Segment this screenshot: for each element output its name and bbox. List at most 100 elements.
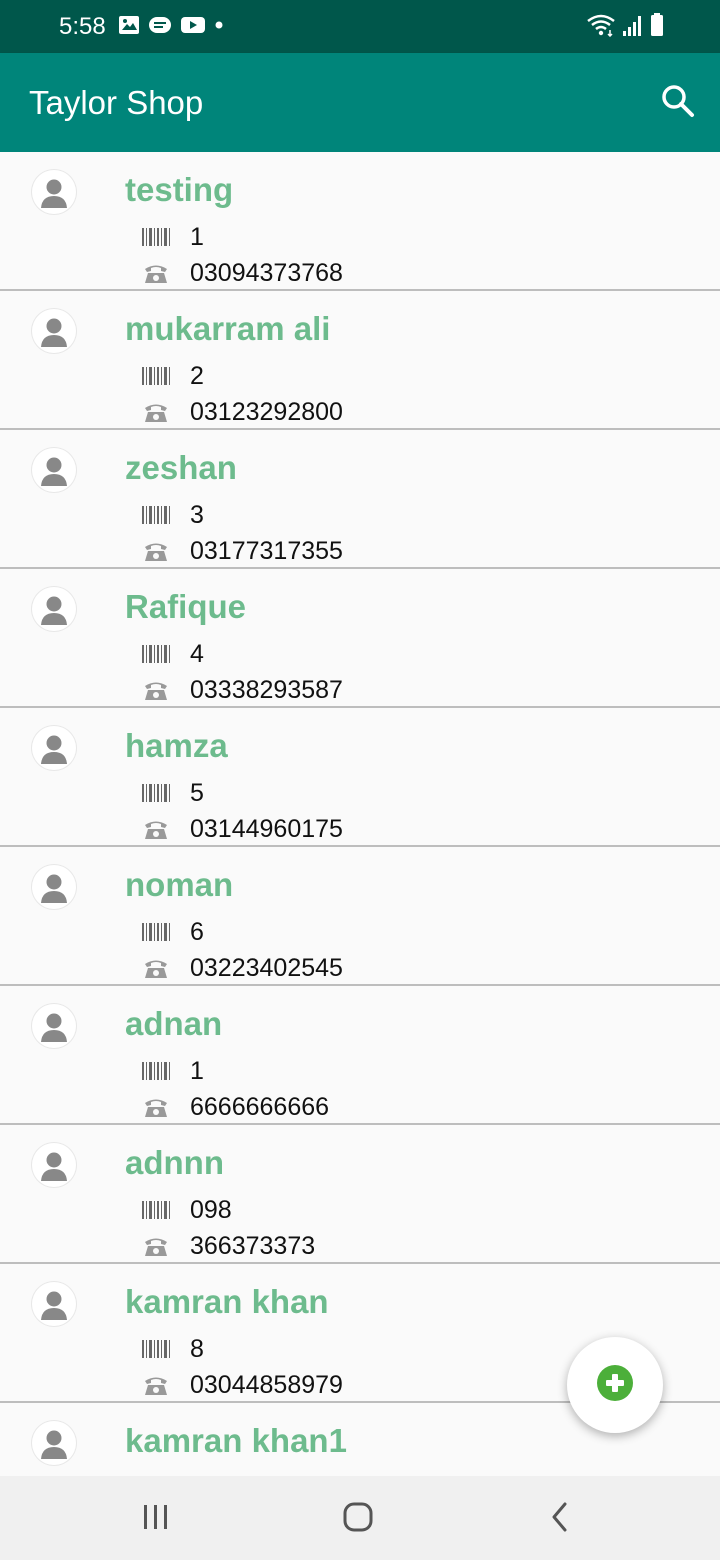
customer-code-row: 5 — [142, 778, 204, 808]
barcode-icon — [142, 782, 170, 804]
add-circle-icon — [595, 1363, 635, 1408]
avatar-icon — [32, 587, 76, 631]
customer-code: 6 — [190, 918, 204, 946]
customer-code-row: 1 — [142, 1056, 204, 1086]
customer-phone: 03223402545 — [190, 954, 343, 982]
recents-button[interactable] — [131, 1494, 181, 1544]
avatar-icon — [32, 1004, 76, 1048]
phone-icon — [142, 679, 170, 701]
phone-icon — [142, 1096, 170, 1118]
avatar-icon — [32, 1282, 76, 1326]
back-button[interactable] — [535, 1494, 585, 1544]
image-icon — [118, 15, 140, 40]
customer-code: 1 — [190, 223, 204, 251]
customer-name: testing — [125, 171, 234, 208]
customer-name: adnan — [125, 1005, 223, 1042]
customer-phone: 03338293587 — [190, 676, 343, 704]
add-customer-button[interactable] — [567, 1337, 663, 1433]
barcode-icon — [142, 643, 170, 665]
barcode-icon — [142, 365, 170, 387]
navigation-bar — [0, 1476, 720, 1560]
customer-phone-row: 03177317355 — [142, 536, 343, 566]
status-notification-icons — [118, 15, 224, 39]
back-icon — [548, 1501, 572, 1538]
customer-code-row: 098 — [142, 1195, 232, 1225]
message-icon — [148, 15, 172, 40]
customer-code: 2 — [190, 362, 204, 390]
customer-phone: 03094373768 — [190, 259, 343, 287]
customer-code-row: 8 — [142, 1334, 204, 1364]
barcode-icon — [142, 921, 170, 943]
phone-icon — [142, 262, 170, 284]
avatar-icon — [32, 170, 76, 214]
list-item[interactable]: zeshan 3 03177317355 — [0, 430, 720, 569]
home-icon — [342, 1501, 374, 1538]
customer-name: zeshan — [125, 449, 237, 486]
customer-code-row: 2 — [142, 361, 204, 391]
home-button[interactable] — [333, 1494, 383, 1544]
list-item[interactable]: hamza 5 03144960175 — [0, 708, 720, 847]
avatar-icon — [32, 865, 76, 909]
status-bar: 5:58 — [0, 0, 720, 53]
customer-name: Rafique — [125, 588, 247, 625]
customer-list[interactable]: testing 1 03094373768 mukarram ali 2 031… — [0, 152, 720, 1476]
customer-phone-row: 03044858979 — [142, 1370, 343, 1400]
wifi-icon — [586, 13, 616, 42]
barcode-icon — [142, 504, 170, 526]
customer-phone-row: 03144960175 — [142, 814, 343, 844]
customer-phone: 03044858979 — [190, 1371, 343, 1399]
youtube-icon — [180, 15, 206, 40]
customer-phone: 03123292800 — [190, 398, 343, 426]
phone-icon — [142, 1374, 170, 1396]
customer-code-row: 1 — [142, 222, 204, 252]
signal-icon — [622, 13, 644, 42]
avatar-icon — [32, 1421, 76, 1465]
avatar-icon — [32, 726, 76, 770]
app-bar: Taylor Shop — [0, 53, 720, 152]
barcode-icon — [142, 1199, 170, 1221]
barcode-icon — [142, 1338, 170, 1360]
customer-phone-row: 03094373768 — [142, 258, 343, 288]
customer-phone-row: 366373373 — [142, 1231, 315, 1261]
customer-code-row: 6 — [142, 917, 204, 947]
phone-icon — [142, 1235, 170, 1257]
list-item[interactable]: adnnn 098 366373373 — [0, 1125, 720, 1264]
search-icon — [661, 84, 695, 123]
customer-code-row: 3 — [142, 500, 204, 530]
customer-phone: 03177317355 — [190, 537, 343, 565]
avatar-icon — [32, 448, 76, 492]
recents-icon — [141, 1503, 171, 1536]
customer-phone: 6666666666 — [190, 1093, 330, 1121]
status-system-icons — [586, 12, 664, 42]
phone-icon — [142, 957, 170, 979]
status-time: 5:58 — [59, 13, 106, 40]
customer-phone-row: 03223402545 — [142, 953, 343, 983]
customer-phone: 366373373 — [190, 1232, 316, 1260]
customer-code: 5 — [190, 779, 204, 807]
avatar-icon — [32, 1143, 76, 1187]
customer-code: 1 — [190, 1057, 204, 1085]
list-item[interactable]: Rafique 4 03338293587 — [0, 569, 720, 708]
customer-phone: 03144960175 — [190, 815, 343, 843]
phone-icon — [142, 540, 170, 562]
list-item[interactable]: noman 6 03223402545 — [0, 847, 720, 986]
customer-name: kamran khan1 — [125, 1422, 347, 1459]
customer-phone-row: 03123292800 — [142, 397, 343, 427]
customer-name: mukarram ali — [125, 310, 331, 347]
customer-phone-row: 03338293587 — [142, 675, 343, 705]
customer-name: hamza — [125, 727, 228, 764]
app-title: Taylor Shop — [29, 84, 204, 121]
customer-code: 098 — [190, 1196, 232, 1224]
list-item[interactable]: testing 1 03094373768 — [0, 152, 720, 291]
list-item[interactable]: mukarram ali 2 03123292800 — [0, 291, 720, 430]
customer-phone-row: 6666666666 — [142, 1092, 329, 1122]
customer-name: adnnn — [125, 1144, 224, 1181]
list-item[interactable]: adnan 1 6666666666 — [0, 986, 720, 1125]
customer-code: 4 — [190, 640, 204, 668]
customer-name: noman — [125, 866, 234, 903]
customer-name: kamran khan — [125, 1283, 329, 1320]
avatar-icon — [32, 309, 76, 353]
search-button[interactable] — [658, 83, 698, 123]
customer-code: 8 — [190, 1335, 204, 1363]
battery-icon — [650, 12, 664, 42]
